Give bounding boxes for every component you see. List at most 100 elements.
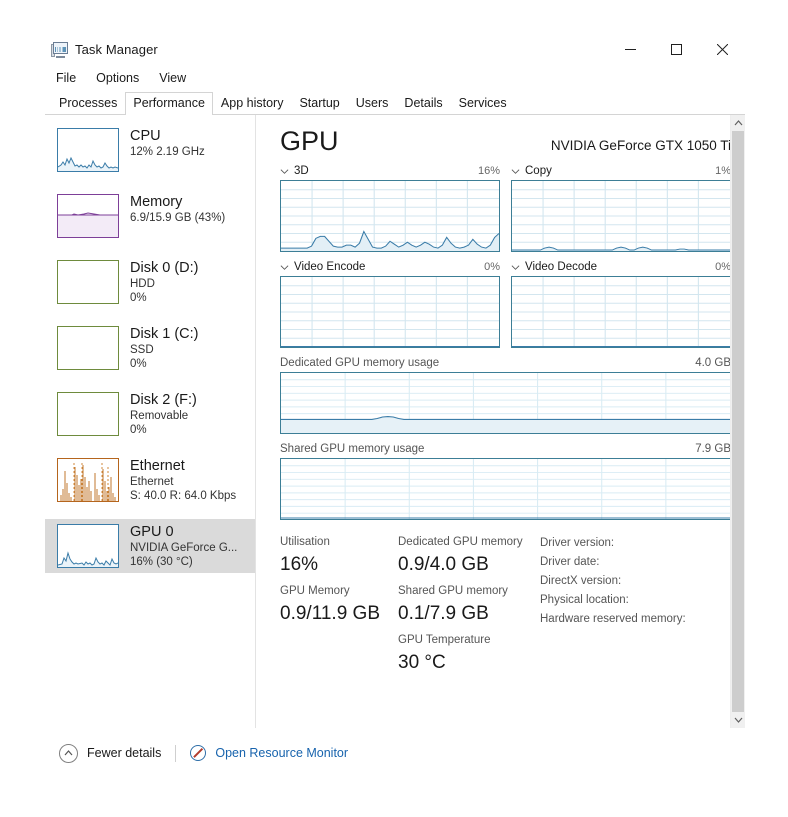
sidebar-gpu0-name: GPU 0: [130, 524, 174, 540]
chevron-up-icon: [64, 750, 73, 756]
shared-memory-label: Shared GPU memory usage: [280, 443, 425, 455]
sidebar-item-disk-0[interactable]: Disk 0 (D:) HDD 0%: [45, 255, 255, 309]
stats-column-2: Dedicated GPU memory 0.9/4.0 GB Shared G…: [398, 534, 540, 681]
task-manager-icon: [51, 42, 69, 58]
tab-processes[interactable]: Processes: [51, 92, 125, 114]
shared-memory-block: Shared GPU memory usage 7.9 GB: [280, 443, 731, 520]
sidebar-memory-text: Memory 6.9/15.9 GB (43%): [130, 194, 225, 225]
fewer-details-label[interactable]: Fewer details: [87, 746, 161, 760]
stat-shared-memory-value: 0.1/7.9 GB: [398, 603, 489, 624]
engine-copy: Copy 1%: [511, 165, 731, 252]
menu-item-options[interactable]: Options: [93, 69, 142, 87]
menu-bar: File Options View: [53, 69, 189, 87]
chevron-down-icon: [280, 168, 289, 174]
tab-users[interactable]: Users: [348, 92, 397, 114]
close-button[interactable]: [699, 33, 745, 65]
engine-row-2: Video Encode 0% Video Decode 0%: [280, 261, 731, 348]
stat-dedicated-memory-label: Dedicated GPU memory: [398, 536, 523, 548]
stat-utilisation-value: 16%: [280, 554, 319, 575]
engine-video-decode-header: Video Decode 0%: [511, 261, 731, 273]
tab-startup[interactable]: Startup: [291, 92, 347, 114]
disk0-sparkline: [57, 260, 119, 304]
sidebar-cpu-text: CPU 12% 2.19 GHz: [130, 128, 205, 159]
chevron-up-icon: [734, 120, 742, 126]
footer-divider: [175, 744, 177, 762]
sidebar-ethernet-line2: S: 40.0 R: 64.0 Kbps: [130, 490, 237, 502]
dedicated-memory-block: Dedicated GPU memory usage 4.0 GB: [280, 357, 731, 434]
sidebar-item-ethernet[interactable]: Ethernet Ethernet S: 40.0 R: 64.0 Kbps: [45, 453, 255, 507]
stat-gpu-temperature-label: GPU Temperature: [398, 634, 491, 646]
engine-video-decode-name-group[interactable]: Video Decode: [511, 261, 597, 273]
stats-column-3: Driver version: Driver date: DirectX ver…: [540, 534, 731, 681]
status-bar: Fewer details Open Resource Monitor: [45, 728, 745, 778]
sidebar-item-gpu-0[interactable]: GPU 0 NVIDIA GeForce G... 16% (30 °C): [45, 519, 255, 573]
gpu-detail-panel: GPU NVIDIA GeForce GTX 1050 Ti 3D 16% Co…: [256, 115, 745, 728]
tab-services[interactable]: Services: [451, 92, 515, 114]
window-controls: [607, 33, 745, 65]
engine-video-encode-header: Video Encode 0%: [280, 261, 500, 273]
tab-performance[interactable]: Performance: [125, 92, 213, 115]
scroll-up-button[interactable]: [731, 115, 745, 131]
engine-video-encode: Video Encode 0%: [280, 261, 500, 348]
tab-details[interactable]: Details: [396, 92, 450, 114]
sidebar-gpu0-text: GPU 0 NVIDIA GeForce G... 16% (30 °C): [130, 524, 237, 569]
engine-video-encode-label: Video Encode: [294, 261, 366, 273]
content-area: CPU 12% 2.19 GHz Memory 6.9/15.9 GB (43%…: [45, 115, 745, 728]
shared-memory-graph: [280, 458, 731, 520]
cpu-sparkline: [57, 128, 119, 172]
gpu-device-name: NVIDIA GeForce GTX 1050 Ti: [550, 138, 731, 153]
sidebar-item-disk-2[interactable]: Disk 2 (F:) Removable 0%: [45, 387, 255, 441]
sidebar-item-cpu[interactable]: CPU 12% 2.19 GHz: [45, 123, 255, 177]
sidebar-memory-line1: 6.9/15.9 GB (43%): [130, 212, 226, 224]
shared-memory-max: 7.9 GB: [695, 443, 731, 455]
stat-driver-version-label: Driver version:: [540, 537, 615, 549]
engine-3d-percent: 16%: [477, 165, 500, 177]
sidebar-item-disk-1[interactable]: Disk 1 (C:) SSD 0%: [45, 321, 255, 375]
sidebar-disk2-line1: Removable: [130, 410, 189, 422]
dedicated-memory-graph: [280, 372, 731, 434]
minimize-button[interactable]: [607, 33, 653, 65]
scrollbar-thumb[interactable]: [732, 131, 744, 712]
engine-copy-name-group[interactable]: Copy: [511, 165, 552, 177]
stat-gpu-memory-value: 0.9/11.9 GB: [280, 603, 380, 624]
engine-3d-label: 3D: [294, 165, 309, 177]
sidebar-gpu0-line2: 16% (30 °C): [130, 556, 193, 568]
engine-video-decode-label: Video Decode: [525, 261, 598, 273]
vertical-scrollbar[interactable]: [730, 115, 745, 728]
stat-dedicated-memory-value: 0.9/4.0 GB: [398, 554, 489, 575]
task-manager-window: Task Manager File Options View Processes…: [45, 33, 745, 778]
stat-physical-location-label: Physical location:: [540, 594, 629, 606]
window-title: Task Manager: [75, 42, 158, 57]
engine-video-decode-percent: 0%: [715, 261, 731, 273]
engine-video-encode-graph: [280, 276, 500, 348]
sidebar-cpu-line1: 12% 2.19 GHz: [130, 146, 205, 158]
fewer-details-button[interactable]: [59, 743, 78, 763]
sidebar-disk0-line1: HDD: [130, 278, 155, 290]
sidebar-disk2-line2: 0%: [130, 424, 147, 436]
stats-column-1: Utilisation 16% GPU Memory 0.9/11.9 GB: [280, 534, 398, 681]
engine-video-encode-name-group[interactable]: Video Encode: [280, 261, 365, 273]
minimize-icon: [624, 48, 636, 50]
stat-shared-memory-label: Shared GPU memory: [398, 585, 508, 597]
chevron-down-icon: [511, 168, 520, 174]
memory-sparkline: [57, 194, 119, 238]
sidebar-disk1-line2: 0%: [130, 358, 147, 370]
engine-3d-header: 3D 16%: [280, 165, 500, 177]
open-resource-monitor-link[interactable]: Open Resource Monitor: [215, 746, 348, 760]
resource-monitor-icon: [190, 745, 207, 761]
scroll-down-button[interactable]: [731, 712, 745, 728]
sidebar-item-memory[interactable]: Memory 6.9/15.9 GB (43%): [45, 189, 255, 243]
sidebar-gpu0-line1: NVIDIA GeForce G...: [130, 542, 238, 554]
sidebar-cpu-name: CPU: [130, 128, 161, 144]
engine-video-decode-graph: [511, 276, 731, 348]
tab-app-history[interactable]: App history: [213, 92, 292, 114]
sidebar-disk0-line2: 0%: [130, 292, 147, 304]
menu-item-view[interactable]: View: [156, 69, 189, 87]
stat-utilisation-label: Utilisation: [280, 536, 330, 548]
stat-directx-version-label: DirectX version:: [540, 575, 622, 587]
engine-3d-graph: [280, 180, 500, 252]
engine-3d-name-group[interactable]: 3D: [280, 165, 309, 177]
maximize-button[interactable]: [653, 33, 699, 65]
stat-driver-date-label: Driver date:: [540, 556, 600, 568]
menu-item-file[interactable]: File: [53, 69, 79, 87]
